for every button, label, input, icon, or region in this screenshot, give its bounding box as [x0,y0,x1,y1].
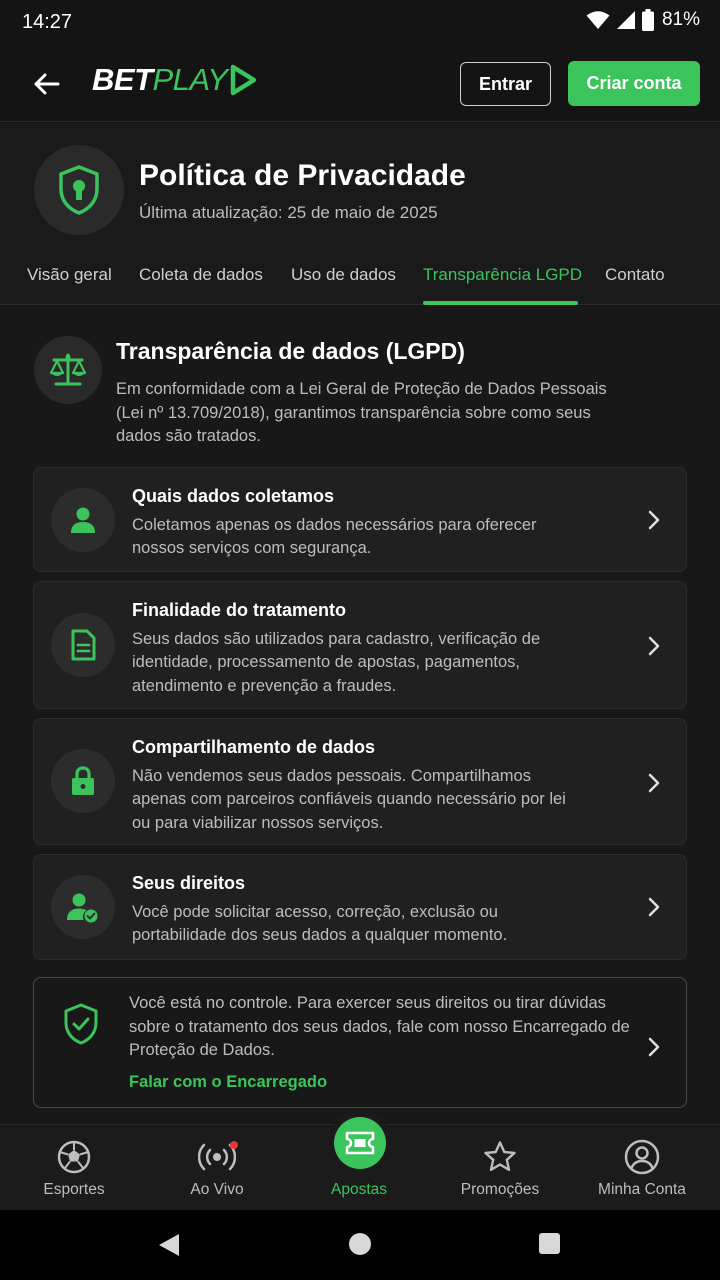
app-header: BET PLAY Entrar Criar conta [0,46,720,122]
signup-button[interactable]: Criar conta [568,61,700,106]
bottom-navigation: Esportes Ao Vivo Apostas Promoções Minha… [0,1117,720,1211]
user-check-icon [67,893,98,923]
chevron-right-icon [644,771,664,795]
page-head: Política de Privacidade Última atualizaç… [0,123,720,305]
system-home-icon[interactable] [349,1233,371,1255]
document-icon [71,629,96,661]
betplay-logo[interactable]: BET PLAY [92,62,257,98]
system-back-icon[interactable] [158,1233,180,1257]
live-broadcast-icon [198,1137,238,1177]
control-text: Você está no controle. Para exercer seus… [129,994,630,1059]
status-time: 14:27 [22,11,73,33]
chevron-right-icon [644,634,664,658]
shield-check-icon [62,1002,100,1051]
card-compartilhamento[interactable]: Compartilhamento de dados Não vendemos s… [33,718,687,845]
soccer-ball-icon [57,1137,91,1177]
card-icon-badge [51,875,115,939]
card-icon-badge [51,488,115,552]
control-callout[interactable]: Você está no controle. Para exercer seus… [33,977,687,1108]
status-icons: 81% [586,9,700,31]
card-title: Compartilhamento de dados [132,737,376,757]
tab-visao-geral[interactable]: Visão geral [27,265,112,285]
nav-promocoes[interactable]: Promoções [428,1125,572,1211]
tab-coleta-de-dados[interactable]: Coleta de dados [139,265,263,285]
ticket-icon[interactable] [334,1117,386,1169]
scales-icon-badge [34,336,102,404]
main-content: Transparência de dados (LGPD) Em conform… [0,306,720,1124]
nav-label: Apostas [330,1181,387,1198]
card-seus-direitos[interactable]: Seus direitos Você pode solicitar acesso… [33,854,687,960]
card-icon-badge [51,613,115,677]
nav-label: Promoções [460,1181,540,1198]
card-title: Quais dados coletamos [132,486,335,506]
user-icon [71,507,95,533]
scales-icon [49,353,87,386]
shield-icon-badge [34,145,124,235]
card-text: Coletamos apenas os dados necessários pa… [132,516,537,558]
card-text: Você pode solicitar acesso, correção, ex… [132,903,508,945]
card-text: Seus dados são utilizados para cadastro,… [132,630,541,695]
section-description: Em conformidade com a Lei Geral de Prote… [116,380,607,445]
card-finalidade-tratamento[interactable]: Finalidade do tratamento Seus dados são … [33,581,687,709]
system-recents-icon[interactable] [539,1233,560,1254]
shield-lock-icon [59,165,99,215]
battery-percent: 81% [661,9,700,30]
lock-icon [72,766,94,795]
arrow-left-icon [34,73,60,95]
account-icon [624,1137,660,1177]
star-icon [483,1137,517,1177]
nav-minha-conta[interactable]: Minha Conta [570,1125,714,1211]
nav-label: Esportes [43,1181,105,1198]
play-triangle-icon [231,64,257,96]
card-dados-coletados[interactable]: Quais dados coletamos Coletamos apenas o… [33,467,687,572]
status-bar: 14:27 81% [0,0,720,46]
wifi-icon [586,11,610,29]
tab-uso-de-dados[interactable]: Uso de dados [291,265,396,285]
nav-label: Minha Conta [598,1181,686,1198]
tab-transparencia-lgpd[interactable]: Transparência LGPD [423,265,582,285]
chevron-right-icon [644,1035,664,1059]
tab-bar: Visão geral Coleta de dados Uso de dados… [0,257,720,305]
chevron-right-icon [644,508,664,532]
logo-play-text: PLAY [152,62,228,97]
live-indicator-dot [230,1141,238,1149]
card-title: Finalidade do tratamento [132,600,347,620]
logo-bet-text: BET [92,62,153,97]
cell-signal-icon [616,11,635,29]
battery-icon [641,9,654,31]
system-navigation-bar [0,1210,720,1280]
chevron-right-icon [644,895,664,919]
card-icon-badge [51,749,115,813]
tab-contato[interactable]: Contato [605,265,665,285]
nav-label: Ao Vivo [190,1181,244,1198]
active-tab-indicator [423,301,578,305]
card-text: Não vendemos seus dados pessoais. Compar… [132,767,566,832]
card-title: Seus direitos [132,873,246,893]
page-title: Política de Privacidade [139,159,466,192]
nav-esportes[interactable]: Esportes [2,1125,146,1211]
back-button[interactable] [24,64,68,104]
login-button[interactable]: Entrar [460,62,551,106]
nav-ao-vivo[interactable]: Ao Vivo [145,1125,289,1211]
section-title: Transparência de dados (LGPD) [116,338,465,364]
last-updated: Última atualização: 25 de maio de 2025 [139,203,438,222]
contact-dpo-link[interactable]: Falar com o Encarregado [129,1073,327,1092]
